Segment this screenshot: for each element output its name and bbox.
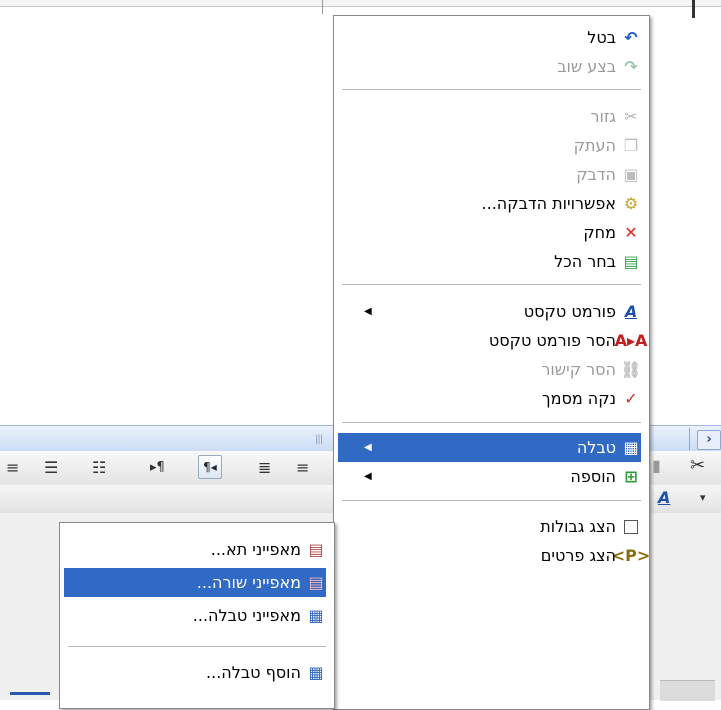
menu-item-label: בצע שוב <box>557 57 616 76</box>
clean-document-icon: ✓ <box>624 388 638 408</box>
menu-item-show-borders[interactable]: הצג גבולות <box>338 512 641 541</box>
copy-icon: ❐ <box>623 135 639 155</box>
text-format-icon: A <box>624 301 638 321</box>
context-menu: ↶ בטל ↷ בצע שוב ✂ גזור ❐ העתק ▣ הדבק ⚙ א… <box>333 15 650 710</box>
menu-item-text-format[interactable]: A פורמט טקסט ◀ <box>338 297 641 326</box>
status-indicator <box>10 692 50 695</box>
editor-top-border <box>0 0 721 7</box>
cell-properties-icon: ▤ <box>308 539 324 559</box>
unlink-icon: ⛓ <box>620 359 642 379</box>
submenu-item-label: הוסף טבלה... <box>206 663 301 682</box>
menu-item-label: העתק <box>573 136 616 155</box>
submenu-item-row-properties[interactable]: ▤ מאפייני שורה... <box>64 568 326 597</box>
paste-toolbar-icon[interactable]: ▮ <box>652 456 661 476</box>
submenu-arrow-icon: ◀ <box>364 306 372 317</box>
menu-item-label: הדבק <box>576 165 616 184</box>
menu-separator <box>342 500 641 501</box>
delete-icon: ✕ <box>624 222 638 242</box>
select-all-icon: ▤ <box>623 251 639 271</box>
submenu-item-insert-table[interactable]: ▦ הוסף טבלה... <box>64 658 326 687</box>
menu-item-label: גזור <box>590 107 616 126</box>
cut-toolbar-icon[interactable]: ✂ <box>690 456 705 476</box>
undo-icon: ↶ <box>624 27 638 47</box>
insert-icon: ⊞ <box>624 466 638 486</box>
menu-separator <box>68 646 326 647</box>
submenu-item-cell-properties[interactable]: ▤ מאפייני תא... <box>64 535 326 564</box>
editor-divider <box>322 0 323 14</box>
editor-right-border <box>692 0 695 18</box>
menu-item-table[interactable]: ▦ טבלה ◀ <box>338 433 641 462</box>
menu-item-paste: ▣ הדבק <box>338 160 641 189</box>
menu-item-paste-options[interactable]: ⚙ אפשרויות הדבקה... <box>338 189 641 218</box>
menu-item-undo[interactable]: ↶ בטל <box>338 23 641 52</box>
menu-item-insert[interactable]: ⊞ הוספה ◀ <box>338 462 641 491</box>
menu-item-show-details[interactable]: <P> הצג פרטים <box>338 541 651 570</box>
menu-item-label: הצג גבולות <box>540 517 616 536</box>
bottom-strip <box>660 680 715 701</box>
table-submenu: ▤ מאפייני תא... ▤ מאפייני שורה... ▦ מאפי… <box>59 522 335 709</box>
scrollbar-grip-icon[interactable]: ||| <box>315 434 323 445</box>
insert-table-icon: ▦ <box>308 662 324 682</box>
menu-item-remove-format[interactable]: A▸A הסר פורמט טקסט <box>338 326 648 355</box>
bullet-list-icon[interactable]: ☰ <box>44 458 58 478</box>
remove-format-icon: A▸A <box>614 330 648 350</box>
ltr-direction-icon[interactable]: ▸¶ <box>150 458 165 478</box>
align-justify-icon[interactable]: ≡ <box>6 458 19 478</box>
submenu-item-table-properties[interactable]: ▦ מאפייני טבלה... <box>64 601 326 630</box>
paste-options-icon: ⚙ <box>623 193 639 213</box>
paste-icon: ▣ <box>623 164 639 184</box>
submenu-item-label: מאפייני שורה... <box>196 573 301 592</box>
scrollbar-separator <box>689 428 690 450</box>
menu-separator <box>342 422 641 423</box>
menu-item-copy: ❐ העתק <box>338 131 641 160</box>
redo-icon: ↷ <box>624 56 638 76</box>
menu-item-label: פורמט טקסט <box>523 302 616 321</box>
submenu-item-label: מאפייני טבלה... <box>192 606 301 625</box>
submenu-arrow-icon: ◀ <box>364 471 372 482</box>
menu-item-unlink: ⛓ הסר קישור <box>338 355 641 384</box>
table-icon: ▦ <box>623 437 639 457</box>
menu-item-label: הוספה <box>570 467 616 486</box>
numbered-list-icon[interactable]: ☷ <box>92 458 106 478</box>
menu-item-label: טבלה <box>576 438 616 457</box>
menu-separator <box>342 284 641 285</box>
rtl-direction-icon[interactable]: ¶◂ <box>198 455 222 479</box>
menu-item-label: נקה מסמך <box>541 389 616 408</box>
align-left-icon[interactable]: ≡ <box>296 458 309 478</box>
submenu-arrow-icon: ◀ <box>364 442 372 453</box>
row-properties-icon: ▤ <box>308 572 324 592</box>
show-details-icon: <P> <box>611 545 651 565</box>
text-color-icon[interactable]: A <box>658 488 670 508</box>
menu-item-cut: ✂ גזור <box>338 102 641 131</box>
menu-item-delete[interactable]: ✕ מחק <box>338 218 641 247</box>
menu-item-label: הצג פרטים <box>540 546 616 565</box>
menu-item-label: הסר פורמט טקסט <box>488 331 616 350</box>
menu-item-label: הסר קישור <box>541 360 616 379</box>
menu-item-label: בטל <box>587 28 616 47</box>
menu-item-label: אפשרויות הדבקה... <box>481 194 616 213</box>
menu-item-clean-document[interactable]: ✓ נקה מסמך <box>338 384 641 413</box>
table-properties-icon: ▦ <box>308 605 324 625</box>
scroll-right-arrow-icon[interactable]: › <box>697 430 721 450</box>
show-borders-icon <box>621 517 641 537</box>
menu-item-label: מחק <box>583 223 616 242</box>
submenu-item-label: מאפייני תא... <box>210 540 301 559</box>
align-right-icon[interactable]: ≣ <box>258 458 271 478</box>
menu-item-label: בחר הכל <box>554 252 616 271</box>
scissors-icon: ✂ <box>624 106 638 126</box>
text-color-dropdown-icon[interactable]: ▾ <box>700 488 706 508</box>
menu-item-select-all[interactable]: ▤ בחר הכל <box>338 247 641 276</box>
menu-separator <box>342 89 641 90</box>
menu-item-redo: ↷ בצע שוב <box>338 52 641 81</box>
